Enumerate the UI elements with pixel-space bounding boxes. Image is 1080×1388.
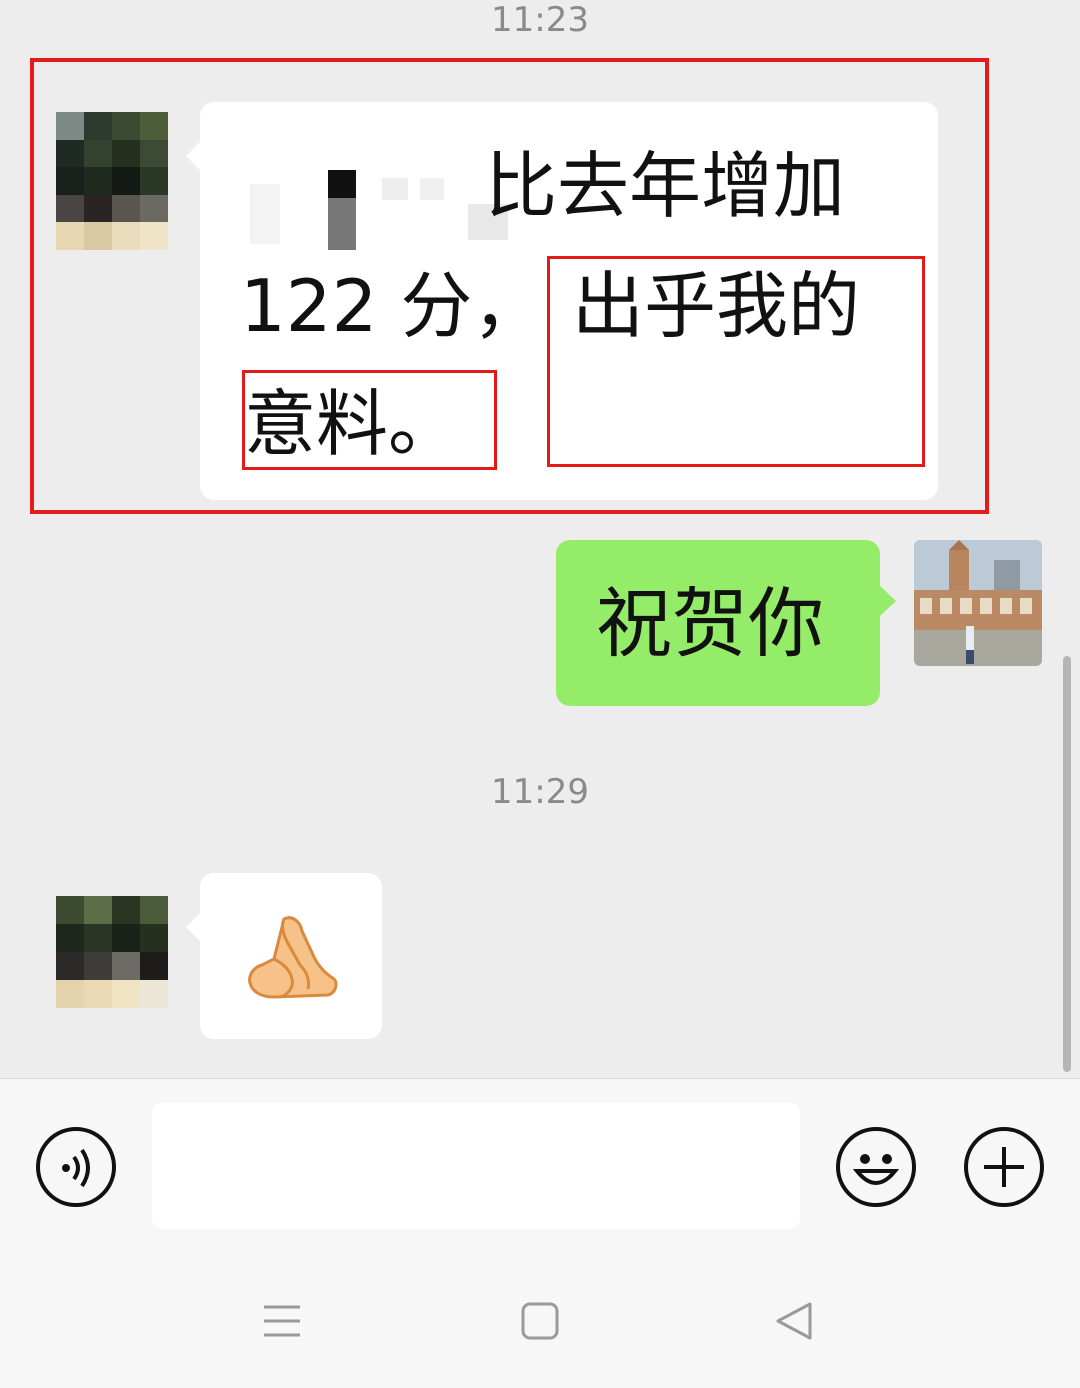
home-square-icon xyxy=(521,1302,559,1340)
timestamp: 11:23 xyxy=(491,0,589,40)
annotation-box xyxy=(242,370,497,470)
annotation-box xyxy=(547,256,925,467)
back-button[interactable] xyxy=(774,1301,814,1341)
avatar[interactable] xyxy=(914,540,1042,666)
menu-button[interactable] xyxy=(262,1301,302,1341)
menu-icon xyxy=(264,1305,300,1337)
avatar[interactable] xyxy=(56,896,168,1008)
smiley-icon xyxy=(852,1154,900,1185)
more-button[interactable] xyxy=(964,1127,1044,1207)
home-button[interactable] xyxy=(520,1301,560,1341)
incoming-message-bubble[interactable] xyxy=(186,873,382,1039)
input-bar xyxy=(0,1078,1080,1388)
voice-button[interactable] xyxy=(36,1127,116,1207)
voice-icon xyxy=(62,1148,90,1188)
message-text: 祝贺你 xyxy=(596,579,824,668)
back-triangle-icon xyxy=(776,1302,812,1340)
praying-hands-emoji xyxy=(244,913,340,1003)
timestamp: 11:29 xyxy=(491,772,589,812)
message-input[interactable] xyxy=(152,1103,800,1229)
scrollbar[interactable] xyxy=(1063,656,1071,1072)
emoji-button[interactable] xyxy=(836,1127,916,1207)
outgoing-message-bubble[interactable]: 祝贺你 xyxy=(556,540,896,706)
plus-icon xyxy=(984,1147,1024,1187)
